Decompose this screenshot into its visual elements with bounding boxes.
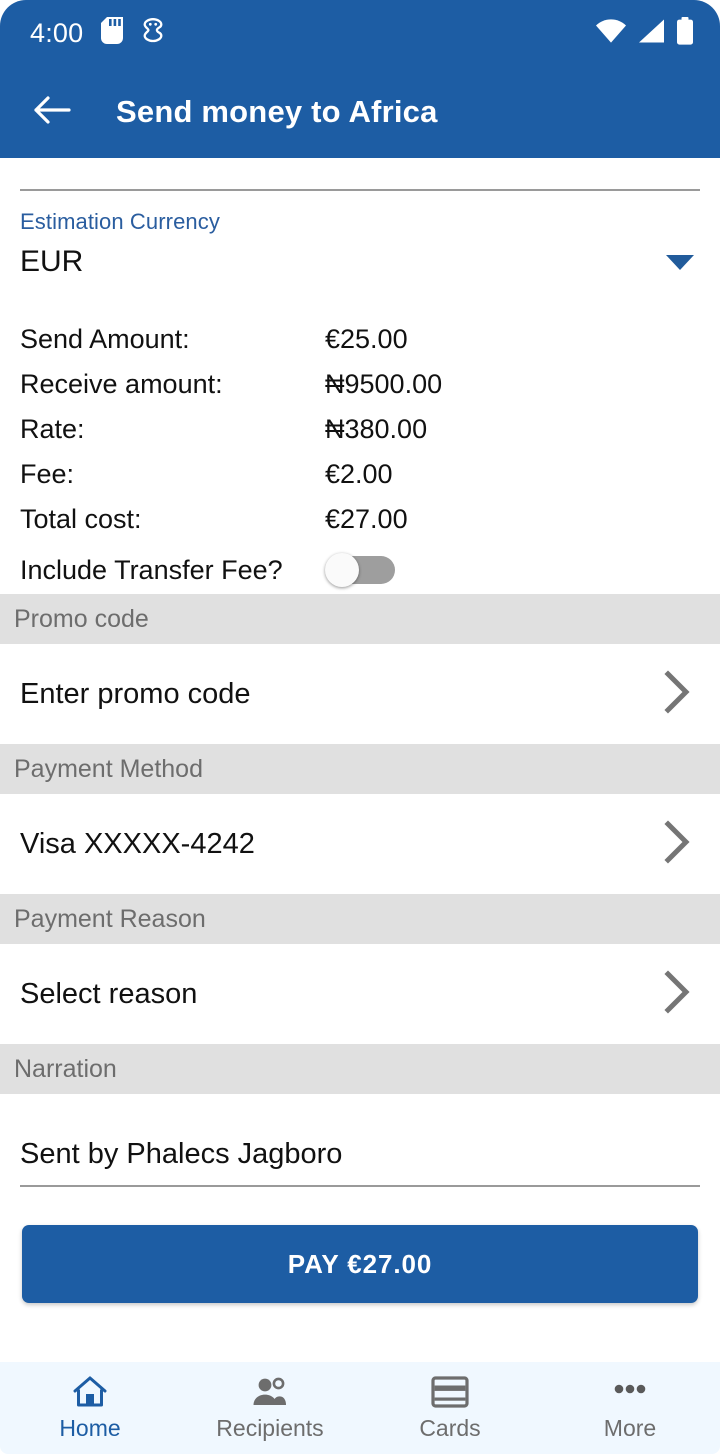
nav-item-home[interactable]: Home [0, 1375, 180, 1442]
payment-method-label: Visa XXXXX-4242 [20, 827, 255, 860]
promo-code-row[interactable]: Enter promo code [0, 644, 720, 744]
section-header-narration: Narration [0, 1044, 720, 1094]
form-scroll-area[interactable]: Lorem Estimation Currency EUR Send Amoun… [0, 158, 720, 1362]
chevron-right-icon [660, 669, 694, 720]
bottom-navigation-bar: Home Recipients Cards More [0, 1362, 720, 1454]
chevron-down-icon [666, 254, 694, 270]
nav-label-recipients: Recipients [216, 1414, 324, 1441]
wifi-icon [595, 18, 627, 49]
estimation-currency-label: Estimation Currency [20, 209, 220, 234]
payment-method-row[interactable]: Visa XXXXX-4242 [0, 794, 720, 894]
summary-row: Total cost: €27.00 [20, 497, 700, 542]
estimation-currency-dropdown[interactable]: EUR [0, 235, 720, 279]
include-transfer-fee-row: Include Transfer Fee? [20, 542, 700, 594]
status-bar-clock: 4:00 [30, 17, 84, 48]
summary-value: €2.00 [325, 459, 393, 489]
narration-field[interactable]: Sent by Phalecs Jagboro [0, 1094, 720, 1187]
toggle-thumb [325, 553, 359, 587]
nav-label-cards: Cards [419, 1414, 481, 1441]
promo-code-label: Enter promo code [20, 677, 251, 710]
cellular-signal-icon [637, 18, 666, 49]
section-header-label: Payment Reason [14, 904, 206, 933]
summary-row: Send Amount: €25.00 [20, 317, 700, 362]
home-icon [72, 1375, 108, 1409]
summary-row: Rate: ₦380.00 [20, 407, 700, 452]
summary-key: Fee: [20, 459, 75, 489]
section-header-label: Payment Method [14, 754, 203, 783]
back-arrow-icon [32, 94, 72, 131]
payment-reason-row[interactable]: Select reason [0, 944, 720, 1044]
include-transfer-fee-toggle[interactable] [325, 553, 395, 587]
summary-row: Receive amount: ₦9500.00 [20, 362, 700, 407]
chevron-right-icon [660, 819, 694, 870]
adb-debug-icon [141, 17, 165, 49]
sd-card-icon [101, 17, 124, 49]
back-button[interactable] [26, 86, 78, 138]
nav-item-recipients[interactable]: Recipients [180, 1375, 360, 1442]
section-header-payment-method: Payment Method [0, 744, 720, 794]
nav-item-cards[interactable]: Cards [360, 1375, 540, 1442]
summary-key: Rate: [20, 414, 85, 444]
pay-button[interactable]: PAY €27.00 [22, 1225, 698, 1303]
section-header-promo-code: Promo code [0, 594, 720, 644]
app-bar: Send money to Africa [0, 66, 720, 158]
nav-label-more: More [603, 1414, 657, 1441]
summary-value: €25.00 [325, 324, 408, 354]
section-header-label: Promo code [14, 604, 149, 633]
credit-card-icon [430, 1375, 470, 1409]
section-header-label: Narration [14, 1054, 117, 1083]
status-bar: 4:00 [0, 0, 720, 66]
status-bar-right [595, 16, 694, 50]
section-header-payment-reason: Payment Reason [0, 894, 720, 944]
status-bar-left: 4:00 [30, 17, 165, 49]
summary-key: Total cost: [20, 504, 142, 534]
summary-key: Send Amount: [20, 324, 190, 354]
more-dots-icon [610, 1375, 650, 1409]
phone-screen: 4:00 Send money to Africa Estimation Cur… [0, 0, 720, 1454]
summary-value: ₦380.00 [325, 414, 428, 444]
narration-input[interactable]: Sent by Phalecs Jagboro [20, 1138, 700, 1185]
summary-value: €27.00 [325, 504, 408, 534]
page-title: Send money to Africa [116, 94, 438, 129]
summary-row: Fee: €2.00 [20, 452, 700, 497]
payment-reason-label: Select reason [20, 977, 198, 1010]
estimation-currency-value: EUR [20, 245, 84, 278]
clipped-scrolled-text: Lorem [0, 158, 720, 180]
chevron-right-icon [660, 969, 694, 1020]
summary-value: ₦9500.00 [325, 369, 443, 399]
battery-icon [676, 16, 694, 50]
people-icon [251, 1375, 289, 1409]
include-transfer-fee-label: Include Transfer Fee? [20, 554, 283, 585]
transfer-summary: Send Amount: €25.00 Receive amount: ₦950… [0, 279, 720, 594]
nav-label-home: Home [59, 1414, 121, 1441]
pay-button-container: PAY €27.00 [0, 1187, 720, 1303]
summary-key: Receive amount: [20, 369, 223, 399]
nav-item-more[interactable]: More [540, 1375, 720, 1442]
